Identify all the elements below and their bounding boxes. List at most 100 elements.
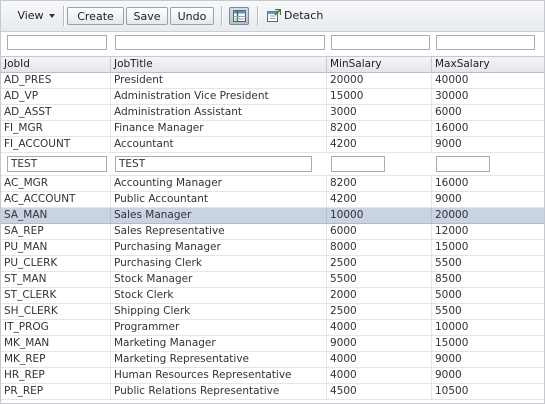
cell-jobid: AD_VP [1,89,111,104]
table-row[interactable]: IT_PROG Programmer 4000 10000 [1,320,544,336]
save-button[interactable]: Save [126,7,168,25]
cell-jobtitle: Purchasing Manager [111,240,327,255]
cell-minsalary: 8200 [327,176,432,191]
cell-maxsalary: 9000 [435,369,462,381]
filter-input-jobid[interactable] [7,35,107,50]
detach-button[interactable]: Detach [267,7,327,25]
cell-maxsalary: 16000 [435,122,469,134]
table-row[interactable]: FI_MGR Finance Manager 8200 16000 [1,121,544,137]
column-header-minsalary[interactable]: MinSalary [327,57,432,73]
cell-jobtitle: Programmer [111,320,327,335]
cell-jobid: MK_REP [1,352,111,367]
cell-minsalary: 4000 [327,368,432,383]
cell-minsalary: 20000 [327,73,432,88]
view-menu[interactable]: View [11,7,61,25]
table-row[interactable]: AC_ACCOUNT Public Accountant 4200 9000 [1,192,544,208]
column-header-maxsalary[interactable]: MaxSalary [432,57,544,73]
undo-button[interactable]: Undo [170,7,214,25]
cell-maxsalary: 16000 [435,177,469,189]
cell-maxsalary: 6000 [435,106,462,118]
cell-jobtitle: Sales Representative [111,224,327,239]
toolbar: View Create Save Undo Detach [1,1,544,32]
detach-icon [267,8,282,22]
cell-maxsalary: 9000 [435,353,462,365]
cell-minsalary: 2500 [327,256,432,271]
cell-maxsalary: 9000 [435,138,462,150]
cell-minsalary: 2000 [327,288,432,303]
cell-jobtitle: Stock Clerk [111,288,327,303]
toolbar-separator [257,6,259,26]
cell-jobtitle: Shipping Clerk [111,304,327,319]
cell-maxsalary: 5500 [435,305,462,317]
table-row[interactable]: MK_REP Marketing Representative 4000 9000 [1,352,544,368]
freeze-columns-button[interactable] [229,7,249,25]
table-row[interactable]: HR_REP Human Resources Representative 4000… [1,368,544,384]
cell-maxsalary: 8500 [435,273,462,285]
cell-maxsalary: 15000 [435,337,469,349]
cell-jobid: AC_MGR [1,176,111,191]
table-row[interactable]: ST_CLERK Stock Clerk 2000 5000 [1,288,544,304]
table-row[interactable]: MK_MAN Marketing Manager 9000 15000 [1,336,544,352]
cell-jobtitle: Public Accountant [111,192,327,207]
detach-label: Detach [284,9,324,22]
table-row[interactable]: PR_REP Public Relations Representative 450… [1,384,544,400]
table-row[interactable]: ST_MAN Stock Manager 5500 8500 [1,272,544,288]
cell-maxsalary: 5500 [435,257,462,269]
view-menu-label: View [17,9,44,22]
cell-jobtitle: Human Resources Representative [111,368,327,383]
table-panel: View Create Save Undo Detach JobId JobTi… [0,0,545,404]
cell-jobid: SA_MAN [1,208,111,223]
insert-input-jobid[interactable] [7,156,107,172]
cell-maxsalary: 20000 [435,209,469,221]
cell-minsalary: 4200 [327,192,432,207]
cell-jobtitle: Purchasing Clerk [111,256,327,271]
table-row[interactable]: AD_PRES President 20000 40000 [1,73,544,89]
table-row[interactable]: AD_VP Administration Vice President 15000 3… [1,89,544,105]
insert-input-minsalary[interactable] [331,156,385,172]
freeze-columns-icon [233,10,246,22]
cell-jobtitle: Marketing Representative [111,352,327,367]
create-button[interactable]: Create [67,7,124,25]
cell-minsalary: 8200 [327,121,432,136]
filter-input-jobtitle[interactable] [115,35,325,50]
cell-jobid: FI_ACCOUNT [1,137,111,152]
cell-jobtitle: Accountant [111,137,327,152]
column-header-jobtitle[interactable]: JobTitle [111,57,327,73]
table-row[interactable]: SA_MAN Sales Manager 10000 20000 [1,208,544,224]
filter-row [1,32,544,56]
table-row[interactable]: AD_ASST Administration Assistant 3000 6000 [1,105,544,121]
filter-input-maxsalary[interactable] [436,35,535,50]
cell-jobtitle: Administration Vice President [111,89,327,104]
cell-maxsalary: 9000 [435,193,462,205]
table-row[interactable]: AC_MGR Accounting Manager 8200 16000 [1,176,544,192]
cell-jobtitle: Administration Assistant [111,105,327,120]
table-row[interactable]: PU_CLERK Purchasing Clerk 2500 5500 [1,256,544,272]
cell-minsalary: 15000 [327,89,432,104]
cell-minsalary: 10000 [327,208,432,223]
toolbar-separator [63,6,65,26]
cell-maxsalary: 5000 [435,289,462,301]
table-row[interactable]: FI_ACCOUNT Accountant 4200 9000 [1,137,544,153]
cell-minsalary: 9000 [327,336,432,351]
cell-minsalary: 4200 [327,137,432,152]
cell-jobid: PR_REP [1,384,111,399]
cell-minsalary: 4000 [327,352,432,367]
cell-minsalary: 3000 [327,105,432,120]
cell-jobid: AD_PRES [1,73,111,88]
cell-maxsalary: 30000 [435,90,469,102]
column-header-jobid[interactable]: JobId [1,57,111,73]
table-row[interactable]: SH_CLERK Shipping Clerk 2500 5500 [1,304,544,320]
insert-input-maxsalary[interactable] [436,156,490,172]
filter-input-minsalary[interactable] [331,35,430,50]
cell-jobid: ST_MAN [1,272,111,287]
cell-minsalary: 8000 [327,240,432,255]
cell-jobtitle: Marketing Manager [111,336,327,351]
insert-input-jobtitle[interactable] [115,156,312,172]
cell-jobtitle: Public Relations Representative [111,384,327,399]
table-row[interactable]: SA_REP Sales Representative 6000 12000 [1,224,544,240]
cell-minsalary: 4000 [327,320,432,335]
cell-jobtitle: Finance Manager [111,121,327,136]
table-row[interactable]: PU_MAN Purchasing Manager 8000 15000 [1,240,544,256]
table-header: JobId JobTitle MinSalary MaxSalary [1,56,544,73]
insert-row [1,153,544,176]
